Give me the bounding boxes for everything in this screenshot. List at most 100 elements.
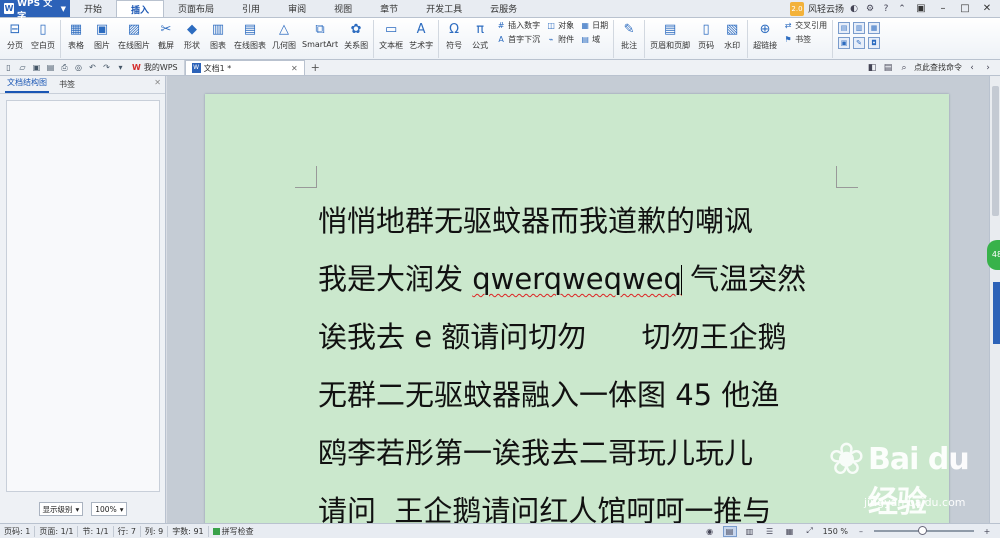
menu-tab-developer[interactable]: 开发工具 — [412, 0, 476, 17]
field-button[interactable]: ▤ 域 — [580, 34, 608, 45]
outline-view-icon[interactable]: ☰ — [763, 526, 777, 537]
close-pane-icon[interactable]: ✕ — [154, 78, 161, 87]
zoom-out-icon[interactable]: – — [854, 526, 868, 537]
zoom-slider[interactable] — [874, 526, 974, 535]
zoom-slider-thumb[interactable] — [918, 526, 927, 535]
restore-icon[interactable]: ▣ — [912, 2, 930, 16]
textbox-button[interactable]: ▭ 文本框 — [376, 20, 406, 51]
print-icon[interactable]: ⎙ — [59, 62, 70, 73]
speed-badge[interactable]: 48 — [987, 240, 1000, 270]
eye-protection-icon[interactable]: ◉ — [703, 526, 717, 537]
customize-icon[interactable]: ▾ — [115, 62, 126, 73]
menu-tab-view[interactable]: 视图 — [320, 0, 366, 17]
cross-reference-button[interactable]: ⇄ 交叉引用 — [783, 20, 827, 31]
window-icon[interactable]: ▦ — [868, 22, 881, 34]
maximize-icon[interactable]: □ — [956, 2, 974, 16]
insert-number-button[interactable]: # 插入数字 — [496, 20, 540, 31]
add-tab-icon[interactable]: + — [305, 61, 326, 74]
select-icon[interactable]: ▣ — [838, 37, 851, 49]
date-button[interactable]: ▦ 日期 — [580, 20, 608, 31]
collapse-icon[interactable]: ⌃ — [896, 3, 908, 15]
lock-icon[interactable]: ◘ — [868, 37, 881, 49]
comment-button[interactable]: ✎ 批注 — [616, 20, 642, 51]
command-search[interactable]: 点此查找命令 — [914, 62, 962, 73]
minimize-icon[interactable]: – — [934, 2, 952, 16]
tab-bookmarks[interactable]: 书签 — [57, 79, 77, 93]
export-pdf-icon[interactable]: ▤ — [45, 62, 56, 73]
menu-tab-page-layout[interactable]: 页面布局 — [164, 0, 228, 17]
online-picture-button[interactable]: ▨ 在线图片 — [115, 20, 153, 51]
tab-menu-icon[interactable]: ▤ — [882, 62, 894, 74]
status-word-count[interactable]: 字数: 91 — [168, 525, 209, 537]
document-map-list[interactable] — [6, 100, 160, 492]
new-icon[interactable]: ▯ — [3, 62, 14, 73]
chart-button[interactable]: ▥ 图表 — [205, 20, 231, 51]
redo-icon[interactable]: ↷ — [101, 62, 112, 73]
frame-icon[interactable]: ▥ — [853, 22, 866, 34]
side-panel-toggle[interactable] — [993, 282, 1000, 344]
level-select[interactable]: 显示级别 ▾ — [38, 502, 84, 516]
preview-icon[interactable]: ◎ — [73, 62, 84, 73]
picture-button[interactable]: ▣ 图片 — [89, 20, 115, 51]
blank-page-button[interactable]: ▯ 空白页 — [28, 20, 58, 51]
web-view-icon[interactable]: ▥ — [743, 526, 757, 537]
formula-button[interactable]: π 公式 — [467, 20, 493, 51]
screenshot-button[interactable]: ✂ 截屏 — [153, 20, 179, 51]
settings-icon[interactable]: ⚙ — [864, 3, 876, 15]
undo-icon[interactable]: ↶ — [87, 62, 98, 73]
brush-icon[interactable]: ✎ — [853, 37, 866, 49]
document-body[interactable]: 悄悄地群无驱蚊器而我道歉的嘲讽 我是大润发 qwerqweqweq 气温突然 诶我去… — [318, 192, 840, 523]
online-chart-button[interactable]: ▤ 在线图表 — [231, 20, 269, 51]
attachment-button[interactable]: ⌁ 附件 — [546, 34, 574, 45]
object-button[interactable]: ◫ 对象 — [546, 20, 574, 31]
open-icon[interactable]: ▱ — [17, 62, 28, 73]
ribbon-group-links: ⊕ 超链接 ⇄ 交叉引用 ⚑ 书签 — [748, 20, 834, 58]
zoom-in-icon[interactable]: + — [980, 526, 994, 537]
menu-tab-section[interactable]: 章节 — [366, 0, 412, 17]
page-number-button[interactable]: ▯ 页码 — [693, 20, 719, 51]
menu-tab-cloud[interactable]: 云服务 — [476, 0, 531, 17]
picture-icon: ▣ — [95, 21, 109, 37]
save-icon[interactable]: ▣ — [31, 62, 42, 73]
symbol-button[interactable]: Ω 符号 — [441, 20, 467, 51]
skin-icon[interactable]: ◐ — [848, 3, 860, 15]
page-break-button[interactable]: ⊟ 分页 — [2, 20, 28, 51]
help-icon[interactable]: ? — [880, 3, 892, 15]
table-button[interactable]: ▦ 表格 — [63, 20, 89, 51]
reading-view-icon[interactable]: ▦ — [783, 526, 797, 537]
wordart-button[interactable]: A 艺术字 — [406, 20, 436, 51]
smartart-button[interactable]: ⧉ SmartArt — [299, 20, 341, 50]
spell-check-toggle[interactable]: 拼写检查 — [209, 526, 258, 537]
shapes-icon: ◆ — [187, 21, 197, 37]
zoom-level[interactable]: 150 % — [823, 527, 848, 536]
menu-tab-home[interactable]: 开始 — [70, 0, 116, 17]
arrow-right-icon[interactable]: › — [982, 62, 994, 74]
header-footer-button[interactable]: ▤ 页眉和页脚 — [647, 20, 693, 51]
tab-document-1[interactable]: W 文档1 * ✕ — [184, 60, 305, 75]
misspelled-word[interactable]: qwerqweqweq — [472, 262, 682, 296]
tab-document-map[interactable]: 文档结构图 — [5, 77, 49, 93]
close-tab-icon[interactable]: ✕ — [291, 64, 298, 73]
drop-cap-button[interactable]: A 首字下沉 — [496, 34, 540, 45]
menu-tab-review[interactable]: 审阅 — [274, 0, 320, 17]
bookmark-button[interactable]: ⚑ 书签 — [783, 34, 827, 45]
page-view-icon[interactable]: ▤ — [722, 525, 737, 537]
close-icon[interactable]: ✕ — [978, 2, 996, 16]
menu-tab-insert[interactable]: 插入 — [116, 0, 165, 17]
arrow-left-icon[interactable]: ‹ — [966, 62, 978, 74]
tab-my-wps[interactable]: W 我的WPS — [126, 60, 185, 75]
scrollbar-thumb[interactable] — [992, 86, 999, 216]
shapes-button[interactable]: ◆ 形状 — [179, 20, 205, 51]
avatar[interactable]: 2.0 — [789, 1, 804, 16]
text-direction-icon[interactable]: ◧ — [866, 62, 878, 74]
layout-icon[interactable]: ▤ — [838, 22, 851, 34]
geometry-button[interactable]: △ 几何图 — [269, 20, 299, 51]
hyperlink-button[interactable]: ⊕ 超链接 — [750, 20, 780, 51]
zoom-options-icon[interactable]: ⤢ — [803, 526, 817, 537]
relation-diagram-button[interactable]: ✿ 关系图 — [341, 20, 371, 51]
watermark-button[interactable]: ▧ 水印 — [719, 20, 745, 51]
menu-tab-references[interactable]: 引用 — [228, 0, 274, 17]
user-name[interactable]: 风轻云扬 — [808, 2, 844, 15]
pane-zoom-select[interactable]: 100% ▾ — [91, 502, 128, 516]
app-menu-button[interactable]: W WPS 文字 ▼ — [0, 0, 70, 22]
